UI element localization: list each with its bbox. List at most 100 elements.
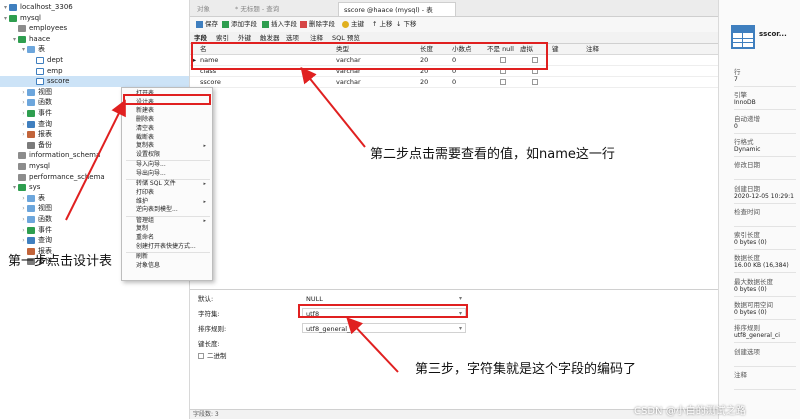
menu-item[interactable]: 新建表	[136, 107, 210, 115]
event-icon	[27, 226, 35, 234]
cell-type[interactable]: varchar	[336, 77, 361, 88]
menu-item[interactable]: 对象信息	[136, 262, 210, 270]
binary-label: 二进制	[207, 352, 227, 360]
key-length-field[interactable]	[302, 338, 466, 348]
tree-item[interactable]: › 视图	[20, 203, 52, 214]
add-field-icon	[222, 21, 229, 28]
menu-item[interactable]: 转储 SQL 文件 ▸	[136, 180, 210, 188]
menu-item[interactable]: 刷新	[136, 253, 210, 261]
submenu-arrow-icon: ▸	[203, 181, 206, 188]
tree-item[interactable]: › 函数	[20, 97, 52, 108]
expand-arrow-icon[interactable]: ›	[20, 87, 27, 98]
tree-item-label: 报表	[38, 130, 52, 139]
expand-arrow-icon[interactable]: ›	[20, 119, 27, 130]
menu-item[interactable]: 打印表	[136, 189, 210, 197]
expand-arrow-icon[interactable]: ›	[20, 203, 27, 214]
menu-item[interactable]: 导出向导...	[136, 170, 210, 178]
tree-item[interactable]: emp	[29, 66, 63, 77]
expand-arrow-icon[interactable]: ›	[20, 214, 27, 225]
menu-item-label: 逆向表到模型...	[136, 206, 178, 214]
delete-field-label: 删除字段	[309, 20, 335, 28]
tree-item[interactable]: information_schema	[11, 150, 100, 161]
binary-checkbox-row[interactable]: 二进制	[198, 351, 227, 361]
add-field-label: 添加字段	[231, 20, 257, 28]
tree-item[interactable]: ▾ haace	[11, 34, 50, 45]
tree-item[interactable]: performance_schema	[11, 172, 105, 183]
tree-item[interactable]: › 查询	[20, 235, 52, 246]
default-value: NULL	[306, 295, 323, 303]
menu-item-label: 对象信息	[136, 261, 161, 269]
expand-arrow-icon[interactable]: ▾	[20, 44, 27, 55]
tree-item-label: dept	[47, 56, 63, 64]
checkbox[interactable]	[532, 79, 538, 85]
tree-item-label: haace	[29, 34, 51, 43]
tab-untitled-query[interactable]: * 无标题 - 查询	[230, 2, 284, 16]
menu-item[interactable]: 维护 ▸	[136, 198, 210, 206]
expand-arrow-icon[interactable]: ›	[20, 193, 27, 204]
delete-field-button[interactable]: 删除字段	[300, 19, 335, 30]
expand-arrow-icon[interactable]: ▾	[11, 34, 18, 45]
tree-item-label: information_schema	[29, 151, 101, 160]
tree-item[interactable]: mysql	[11, 161, 50, 172]
menu-item[interactable]: 清空表	[136, 125, 210, 133]
menu-item[interactable]: 截断表	[136, 134, 210, 142]
menu-item[interactable]: 管理组 ▸	[136, 217, 210, 225]
save-button[interactable]: 保存	[196, 19, 218, 30]
binary-checkbox[interactable]	[198, 353, 204, 359]
collation-select[interactable]: utf8_general_ci ▾	[302, 323, 466, 333]
tree-item[interactable]: employees	[11, 23, 67, 34]
tree-item[interactable]: › 视图	[20, 87, 52, 98]
highlight-design-table	[123, 94, 211, 105]
tab-sscore-table[interactable]: sscore @haace (mysql) - 表	[338, 2, 456, 16]
tree-item[interactable]: 备份	[20, 140, 52, 151]
expand-arrow-icon[interactable]: ›	[20, 225, 27, 236]
menu-item[interactable]: 删除表	[136, 116, 210, 124]
menu-item[interactable]: 重命名	[136, 234, 210, 242]
tree-item[interactable]: › 事件	[20, 108, 52, 119]
expand-arrow-icon[interactable]: ›	[20, 97, 27, 108]
expand-arrow-icon[interactable]: ›	[20, 129, 27, 140]
table-icon	[36, 78, 44, 86]
move-down-label: 下移	[403, 20, 417, 28]
tree-item[interactable]: ▾ 表	[20, 44, 45, 55]
expand-arrow-icon[interactable]: ›	[20, 108, 27, 119]
expand-arrow-icon[interactable]: ▾	[2, 2, 9, 13]
tree-item[interactable]: ▾ mysql	[2, 13, 41, 24]
tree-item-label: mysql	[20, 13, 41, 22]
menu-item-label: 删除表	[136, 116, 155, 124]
insert-field-button[interactable]: 插入字段	[262, 19, 297, 30]
expand-arrow-icon[interactable]: ▾	[2, 13, 9, 24]
cell-length[interactable]: 20	[420, 77, 428, 88]
table-row[interactable]: sscore varchar 20 0	[190, 77, 718, 88]
menu-item[interactable]: 复制表 ▸	[136, 142, 210, 150]
tree-item[interactable]: › 函数	[20, 214, 52, 225]
tree-item-label: 表	[38, 193, 45, 202]
tree-item[interactable]: ▾ localhost_3306	[2, 2, 73, 13]
info-label: 数据可用空间	[734, 301, 773, 309]
tab-objects[interactable]: 对象	[192, 2, 215, 16]
column-header[interactable]: 键	[552, 44, 559, 55]
menu-item-label: 复制表	[136, 142, 155, 150]
menu-item[interactable]: 逆向表到模型...	[136, 206, 210, 214]
add-field-button[interactable]: 添加字段	[222, 19, 257, 30]
checkbox[interactable]	[500, 79, 506, 85]
menu-item[interactable]: 导入向导...	[136, 161, 210, 169]
menu-item[interactable]: 创建打开表快捷方式...	[136, 243, 210, 251]
primary-key-button[interactable]: 主键	[342, 19, 364, 30]
tree-item[interactable]: sscore	[0, 76, 189, 88]
tree-item[interactable]: ▾ sys	[11, 182, 40, 193]
move-down-button[interactable]: ↓ 下移	[396, 19, 416, 30]
tree-item[interactable]: › 报表	[20, 129, 52, 140]
menu-item[interactable]: 复制	[136, 225, 210, 233]
expand-arrow-icon[interactable]: ›	[20, 235, 27, 246]
column-header[interactable]: 注释	[586, 44, 599, 55]
move-up-button[interactable]: ↑ 上移	[372, 19, 392, 30]
default-field[interactable]: NULL ▾	[302, 293, 466, 303]
expand-arrow-icon[interactable]: ▾	[11, 182, 18, 193]
tree-item[interactable]: › 查询	[20, 119, 52, 130]
tree-item[interactable]: › 事件	[20, 225, 52, 236]
tree-item[interactable]: › 表	[20, 193, 45, 204]
tree-item[interactable]: dept	[29, 55, 63, 66]
menu-item[interactable]: 设置权限	[136, 151, 210, 159]
cell-decimals[interactable]: 0	[452, 77, 456, 88]
